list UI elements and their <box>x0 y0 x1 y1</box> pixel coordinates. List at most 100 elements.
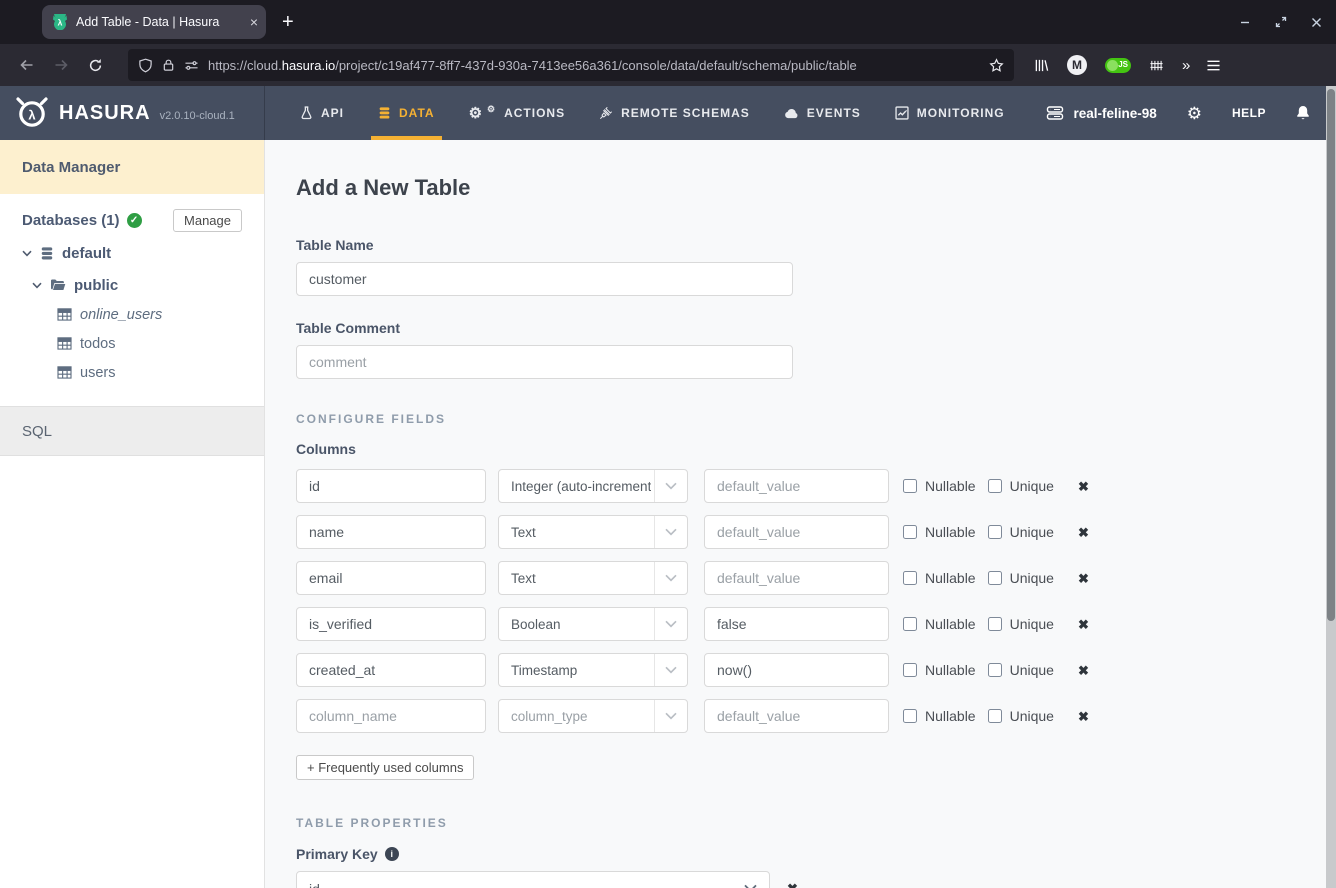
sidebar-item-sql[interactable]: SQL <box>0 406 264 456</box>
nullable-label: Nullable <box>925 662 976 678</box>
reload-button[interactable] <box>80 50 110 80</box>
tree-item-table-todos[interactable]: todos <box>0 329 264 358</box>
remove-primary-key-icon[interactable]: ✖ <box>787 882 798 888</box>
nullable-label: Nullable <box>925 708 976 724</box>
app-header: λ HASURA v2.0.10-cloud.1 API DATA ⚙⚙ <box>0 86 1336 140</box>
unique-label: Unique <box>1010 478 1054 494</box>
nullable-checkbox[interactable] <box>903 525 917 539</box>
table-name-input[interactable] <box>296 262 793 296</box>
remove-column-icon[interactable]: ✖ <box>1078 480 1089 493</box>
unique-checkbox[interactable] <box>988 617 1002 631</box>
nullable-checkbox[interactable] <box>903 571 917 585</box>
toolbar-overflow-icon[interactable]: » <box>1182 57 1188 74</box>
column-name-input[interactable] <box>296 653 486 687</box>
flask-icon <box>300 106 313 120</box>
remove-column-icon[interactable]: ✖ <box>1078 572 1089 585</box>
nav-tab-events[interactable]: EVENTS <box>767 86 878 140</box>
chevron-down-icon[interactable] <box>22 250 32 257</box>
nullable-checkbox[interactable] <box>903 709 917 723</box>
extension-m-icon[interactable]: M <box>1067 55 1087 75</box>
frequently-used-columns-button[interactable]: + Frequently used columns <box>296 755 474 780</box>
column-name-input[interactable] <box>296 469 486 503</box>
nav-tab-monitoring[interactable]: MONITORING <box>878 86 1022 140</box>
manage-button[interactable]: Manage <box>173 209 242 232</box>
chevron-down-icon[interactable] <box>32 282 42 289</box>
column-type-select[interactable]: Text <box>498 515 688 549</box>
main-content: Add a New Table Table Name Table Comment… <box>265 140 1336 888</box>
column-name-input[interactable] <box>296 515 486 549</box>
column-type-select[interactable]: Integer (auto-increment) <box>498 469 688 503</box>
unique-checkbox[interactable] <box>988 663 1002 677</box>
lock-icon[interactable] <box>162 58 175 72</box>
page-scrollbar[interactable] <box>1326 86 1336 888</box>
settings-gear-icon[interactable]: ⚙ <box>1187 105 1202 122</box>
column-default-input[interactable] <box>704 607 889 641</box>
main-nav: API DATA ⚙⚙ ACTIONS REMOTE SCHEMAS <box>283 86 1022 140</box>
unique-checkbox[interactable] <box>988 709 1002 723</box>
window-minimize-button[interactable] <box>1239 16 1251 28</box>
unique-checkbox[interactable] <box>988 571 1002 585</box>
shield-icon[interactable] <box>138 58 153 73</box>
tab-close-icon[interactable]: × <box>250 15 258 29</box>
column-default-input[interactable] <box>704 469 889 503</box>
brand-block[interactable]: λ HASURA v2.0.10-cloud.1 <box>0 86 265 140</box>
unique-checkbox[interactable] <box>988 479 1002 493</box>
nav-tab-api[interactable]: API <box>283 86 361 140</box>
nav-tab-remote-schemas[interactable]: REMOTE SCHEMAS <box>582 86 767 140</box>
scrollbar-thumb[interactable] <box>1327 89 1335 621</box>
nullable-checkbox[interactable] <box>903 663 917 677</box>
unique-checkbox[interactable] <box>988 525 1002 539</box>
bookmark-star-icon[interactable] <box>989 58 1004 73</box>
browser-tab[interactable]: λ Add Table - Data | Hasura × <box>42 5 266 39</box>
svg-text:λ: λ <box>58 18 63 28</box>
notifications-bell-icon[interactable] <box>1296 105 1310 121</box>
new-tab-button[interactable]: + <box>282 12 294 32</box>
remove-column-icon[interactable]: ✖ <box>1078 664 1089 677</box>
nav-tab-actions[interactable]: ⚙⚙ ACTIONS <box>452 86 583 140</box>
project-menu[interactable]: real-feline-98 <box>1046 105 1156 121</box>
forward-button[interactable] <box>46 50 76 80</box>
tree-item-table-online-users[interactable]: online_users <box>0 300 264 329</box>
permissions-icon[interactable] <box>184 59 199 72</box>
column-type-select[interactable]: Timestamp <box>498 653 688 687</box>
column-default-input[interactable] <box>704 699 889 733</box>
column-name-input[interactable] <box>296 699 486 733</box>
column-name-input[interactable] <box>296 561 486 595</box>
column-default-input[interactable] <box>704 653 889 687</box>
remove-column-icon[interactable]: ✖ <box>1078 710 1089 723</box>
info-icon: i <box>385 847 399 861</box>
remove-column-icon[interactable]: ✖ <box>1078 526 1089 539</box>
column-row: Text Nullable Unique ✖ <box>296 515 1336 549</box>
column-type-select[interactable]: Boolean <box>498 607 688 641</box>
unique-label: Unique <box>1010 662 1054 678</box>
column-type-select[interactable]: column_type <box>498 699 688 733</box>
url-bar[interactable]: https://cloud.hasura.io/project/c19af477… <box>128 49 1014 81</box>
primary-key-select[interactable]: id <box>296 871 770 888</box>
nullable-checkbox[interactable] <box>903 617 917 631</box>
tree-item-table-users[interactable]: users <box>0 358 264 387</box>
column-type-select[interactable]: Text <box>498 561 688 595</box>
column-name-input[interactable] <box>296 607 486 641</box>
remove-column-icon[interactable]: ✖ <box>1078 618 1089 631</box>
extension-js-toggle-icon[interactable]: JS <box>1105 58 1131 73</box>
sidebar: Data Manager Databases (1) ✓ Manage defa… <box>0 140 265 888</box>
fence-extension-icon[interactable] <box>1149 58 1164 73</box>
databases-label: Databases (1) ✓ <box>22 212 142 229</box>
column-row: Boolean Nullable Unique ✖ <box>296 607 1336 641</box>
table-comment-input[interactable] <box>296 345 793 379</box>
window-close-button[interactable] <box>1311 17 1322 28</box>
window-restore-button[interactable] <box>1275 16 1287 28</box>
back-button[interactable] <box>12 50 42 80</box>
column-default-input[interactable] <box>704 515 889 549</box>
tree-item-database-default[interactable]: default <box>0 238 264 268</box>
column-default-input[interactable] <box>704 561 889 595</box>
help-button[interactable]: HELP <box>1232 106 1266 120</box>
nullable-label: Nullable <box>925 616 976 632</box>
tree-item-schema-public[interactable]: public <box>0 270 264 300</box>
nav-tab-data[interactable]: DATA <box>361 86 452 140</box>
nullable-checkbox[interactable] <box>903 479 917 493</box>
menu-hamburger-icon[interactable] <box>1206 59 1221 72</box>
library-icon[interactable] <box>1034 58 1049 73</box>
sidebar-item-data-manager[interactable]: Data Manager <box>0 140 264 194</box>
column-row: column_type Nullable Unique ✖ <box>296 699 1336 733</box>
